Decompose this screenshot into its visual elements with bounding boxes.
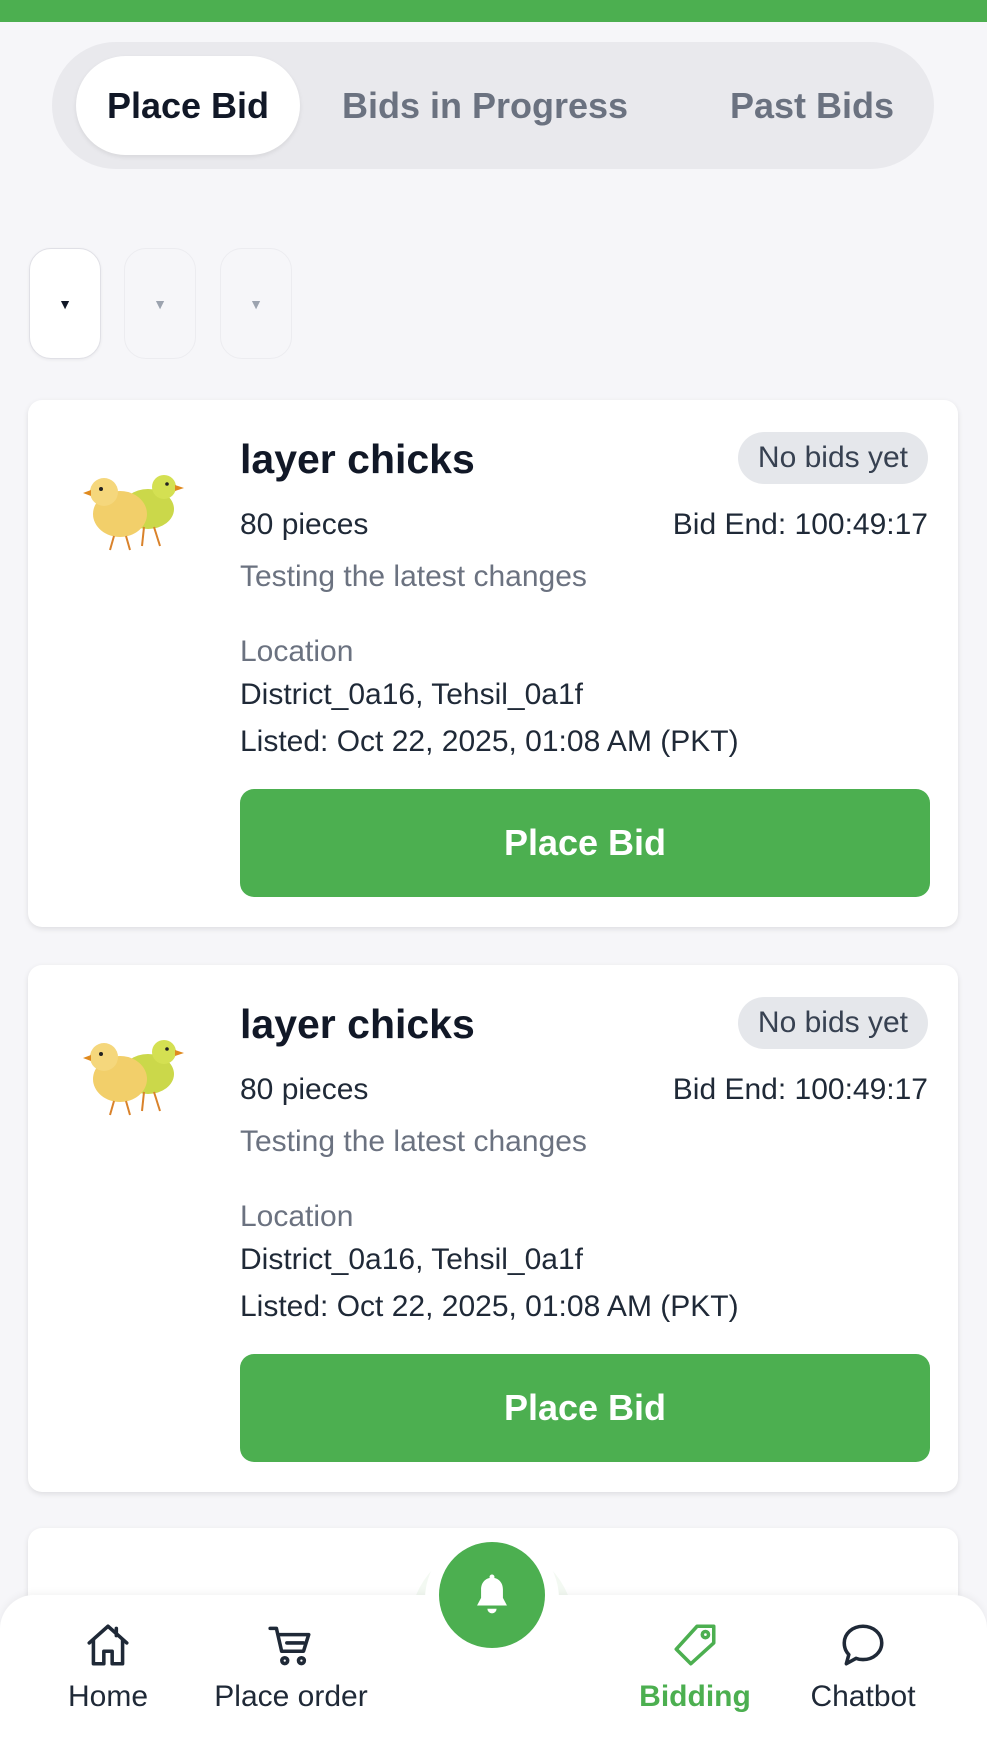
tab-past-bids[interactable]: Past Bids xyxy=(692,56,932,155)
nav-label-place-order: Place order xyxy=(214,1680,368,1713)
home-icon xyxy=(87,1624,129,1666)
bid-card: layer chicks No bids yet 80 pieces Bid E… xyxy=(28,400,958,927)
chicks-image xyxy=(83,475,184,551)
tab-bids-in-progress[interactable]: Bids in Progress xyxy=(335,56,635,155)
cart-icon xyxy=(268,1626,311,1666)
place-bid-button[interactable]: Place Bid xyxy=(240,1354,930,1462)
status-badge: No bids yet xyxy=(737,432,928,484)
place-bid-button[interactable]: Place Bid xyxy=(240,789,930,897)
filter-dropdown-1[interactable]: ▼ xyxy=(29,248,101,359)
listing-description: Testing the latest changes xyxy=(240,560,587,593)
top-accent-bar xyxy=(0,0,987,22)
bell-icon xyxy=(477,1574,507,1614)
nav-place-order[interactable]: Place order xyxy=(206,1620,376,1714)
tab-place-bid[interactable]: Place Bid xyxy=(76,56,300,155)
bid-tabs: Place Bid Bids in Progress Past Bids xyxy=(52,42,934,169)
tag-icon xyxy=(674,1624,716,1666)
listing-title: layer chicks xyxy=(240,1001,475,1047)
nav-label-bidding: Bidding xyxy=(639,1680,751,1713)
listed-date: Listed: Oct 22, 2025, 01:08 AM (PKT) xyxy=(240,1290,739,1323)
listing-description: Testing the latest changes xyxy=(240,1125,587,1158)
bid-end-timer: Bid End: 100:49:17 xyxy=(672,508,928,541)
nav-bidding[interactable]: Bidding xyxy=(610,1620,780,1714)
location-label: Location xyxy=(240,635,354,668)
listing-quantity: 80 pieces xyxy=(240,1073,369,1106)
bid-card: layer chicks No bids yet 80 pieces Bid E… xyxy=(28,965,958,1492)
location-value: District_0a16, Tehsil_0a1f xyxy=(240,1243,583,1276)
filter-dropdown-3[interactable]: ▼ xyxy=(220,248,292,359)
chicks-image xyxy=(83,1040,184,1116)
nav-chatbot[interactable]: Chatbot xyxy=(778,1620,948,1714)
filter-dropdown-2[interactable]: ▼ xyxy=(124,248,196,359)
listing-title: layer chicks xyxy=(240,436,475,482)
location-label: Location xyxy=(240,1200,354,1233)
nav-label-chatbot: Chatbot xyxy=(810,1680,916,1713)
nav-home[interactable]: Home xyxy=(23,1620,193,1714)
status-badge: No bids yet xyxy=(737,997,928,1049)
notifications-button[interactable] xyxy=(439,1542,545,1648)
location-value: District_0a16, Tehsil_0a1f xyxy=(240,678,583,711)
chat-bubble-icon xyxy=(842,1624,884,1666)
nav-label-home: Home xyxy=(67,1680,149,1713)
bid-end-timer: Bid End: 100:49:17 xyxy=(672,1073,928,1106)
listed-date: Listed: Oct 22, 2025, 01:08 AM (PKT) xyxy=(240,725,739,758)
listing-quantity: 80 pieces xyxy=(240,508,369,541)
